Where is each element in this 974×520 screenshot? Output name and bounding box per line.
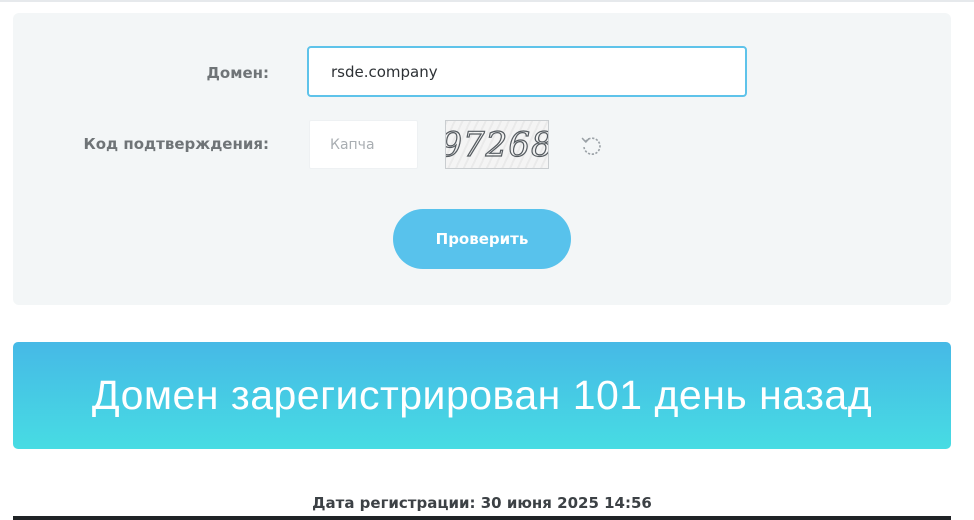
domain-label: Домен: xyxy=(206,64,269,82)
result-banner: Домен зарегистрирован 101 день назад xyxy=(13,342,951,449)
domain-check-form: Домен: Код подтверждения: 97268 Проверит… xyxy=(13,13,951,305)
registration-date: Дата регистрации: 30 июня 2025 14:56 xyxy=(312,494,652,512)
top-divider xyxy=(0,0,974,2)
bottom-divider xyxy=(13,516,951,520)
check-button[interactable]: Проверить xyxy=(393,209,571,269)
captcha-refresh-button[interactable] xyxy=(579,133,603,157)
captcha-image: 97268 xyxy=(445,120,549,169)
result-headline: Домен зарегистрирован 101 день назад xyxy=(91,372,873,418)
refresh-icon xyxy=(581,137,601,156)
captcha-code: 97268 xyxy=(445,124,549,165)
domain-input[interactable] xyxy=(307,46,747,97)
captcha-label: Код подтверждения: xyxy=(83,135,269,153)
captcha-input[interactable] xyxy=(309,120,418,169)
